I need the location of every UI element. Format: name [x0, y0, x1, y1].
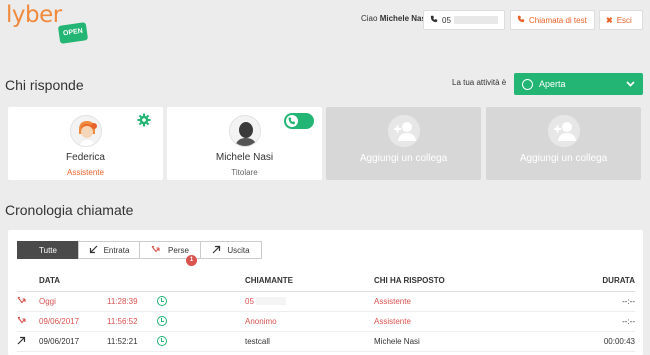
call-date: Oggi [39, 291, 107, 312]
responder-name: Michele Nasi [215, 152, 274, 163]
responder-card-michele[interactable]: Michele Nasi Titolare [167, 107, 322, 180]
answered-by: Michele Nasi [374, 331, 534, 352]
greeting-prefix: Ciao [361, 14, 378, 23]
caller-cell: 05 [245, 291, 374, 312]
call-history-panel: Tutte Entrata Perse 1 Uscita DATA CHIAMA… [8, 230, 643, 355]
caller-cell: Anonimo [245, 311, 374, 332]
arrow-in-icon [89, 245, 98, 256]
call-time: 11:56:52 [107, 311, 157, 332]
answered-by: Assistente [374, 291, 534, 312]
tab-label: Uscita [227, 245, 250, 255]
responder-name: Federica [66, 152, 105, 163]
logo-text: lyber [6, 2, 62, 28]
add-user-icon [387, 115, 420, 147]
phone-number-redacted [453, 16, 498, 24]
add-colleague-label: Aggiungi un collega [359, 153, 448, 164]
column-header-caller: CHIAMANTE [245, 271, 374, 292]
responders-title: Chi risponde [5, 77, 84, 93]
column-header-duration: DURATA [534, 271, 635, 292]
add-user-icon [547, 115, 580, 147]
column-header-answered-by: CHI HA RISPOSTO [374, 271, 534, 292]
call-duration: 00:00:43 [534, 331, 635, 352]
gear-icon[interactable] [137, 113, 151, 127]
responder-role: Assistente [67, 168, 104, 177]
call-history-table: DATA CHIAMANTE CHI HA RISPOSTO DURATA Og… [17, 271, 635, 352]
phone-icon [517, 15, 525, 25]
tab-tutte[interactable]: Tutte [17, 241, 79, 259]
phone-prefix: 05 [442, 15, 451, 25]
status-circle-icon [522, 78, 533, 90]
call-date: 09/06/2017 [39, 331, 107, 352]
arrow-out-icon [212, 245, 221, 256]
tab-label: Entrata [103, 245, 130, 255]
column-header-date: DATA [39, 271, 107, 292]
table-row[interactable]: 09/06/2017 11:56:52 Anonimo Assistente -… [17, 311, 635, 332]
activity-select[interactable]: Aperta [514, 73, 643, 95]
missed-call-icon [17, 311, 39, 332]
test-call-label: Chiamata di test [529, 15, 587, 25]
activity-label: La tua attività è [452, 78, 507, 87]
caller-prefix: 05 [245, 296, 254, 306]
tab-perse[interactable]: Perse 1 [139, 241, 201, 266]
call-time: 11:52:21 [107, 331, 157, 352]
clock-icon[interactable] [157, 311, 245, 332]
test-call-button[interactable]: Chiamata di test [510, 10, 595, 30]
answered-by: Assistente [374, 311, 534, 332]
availability-toggle[interactable] [284, 113, 314, 129]
missed-call-icon [17, 291, 39, 312]
phone-icon [286, 115, 298, 127]
call-date: 09/06/2017 [39, 311, 107, 332]
table-row[interactable]: 09/06/2017 11:52:21 testcall Michele Nas… [17, 331, 635, 352]
greeting: Ciao Michele Nasi! [361, 14, 431, 23]
caller-cell: testcall [245, 331, 374, 352]
call-duration: --:-- [534, 291, 635, 312]
lyber-logo[interactable]: lyber OPEN [6, 2, 89, 46]
close-icon: ✖ [606, 15, 613, 25]
exit-label: Esci [616, 15, 632, 25]
caller-number-redacted [255, 297, 286, 306]
tab-label: Perse [168, 245, 189, 255]
responder-card-federica[interactable]: Federica Assistente [8, 107, 163, 180]
activity-value: Aperta [539, 79, 566, 89]
tab-entrata[interactable]: Entrata [78, 241, 140, 259]
phone-number-box[interactable]: 05 [423, 10, 505, 30]
missed-icon [151, 245, 162, 256]
responder-role: Titolare [231, 168, 258, 177]
table-row[interactable]: Oggi 11:28:39 05 Assistente --:-- [17, 291, 635, 312]
clock-icon[interactable] [157, 291, 245, 312]
call-duration: --:-- [534, 311, 635, 332]
missed-count-badge: 1 [186, 255, 197, 266]
clock-icon[interactable] [157, 331, 245, 352]
tab-label: Tutte [39, 245, 57, 255]
exit-button[interactable]: ✖ Esci [599, 10, 643, 30]
user-avatar [228, 115, 261, 147]
assistant-avatar [69, 115, 102, 147]
chevron-down-icon [626, 79, 635, 89]
outgoing-call-icon [17, 331, 39, 352]
table-header-row: DATA CHIAMANTE CHI HA RISPOSTO DURATA [17, 271, 635, 292]
call-time: 11:28:39 [107, 291, 157, 312]
call-filter-tabs: Tutte Entrata Perse 1 Uscita [17, 241, 262, 266]
add-colleague-label: Aggiungi un collega [519, 153, 608, 164]
logo-badge: OPEN [57, 22, 89, 44]
add-colleague-card[interactable]: Aggiungi un collega [486, 107, 641, 180]
add-colleague-card[interactable]: Aggiungi un collega [326, 107, 481, 180]
tab-uscita[interactable]: Uscita [200, 241, 262, 259]
history-title: Cronologia chiamate [5, 202, 134, 218]
phone-icon [430, 15, 438, 25]
